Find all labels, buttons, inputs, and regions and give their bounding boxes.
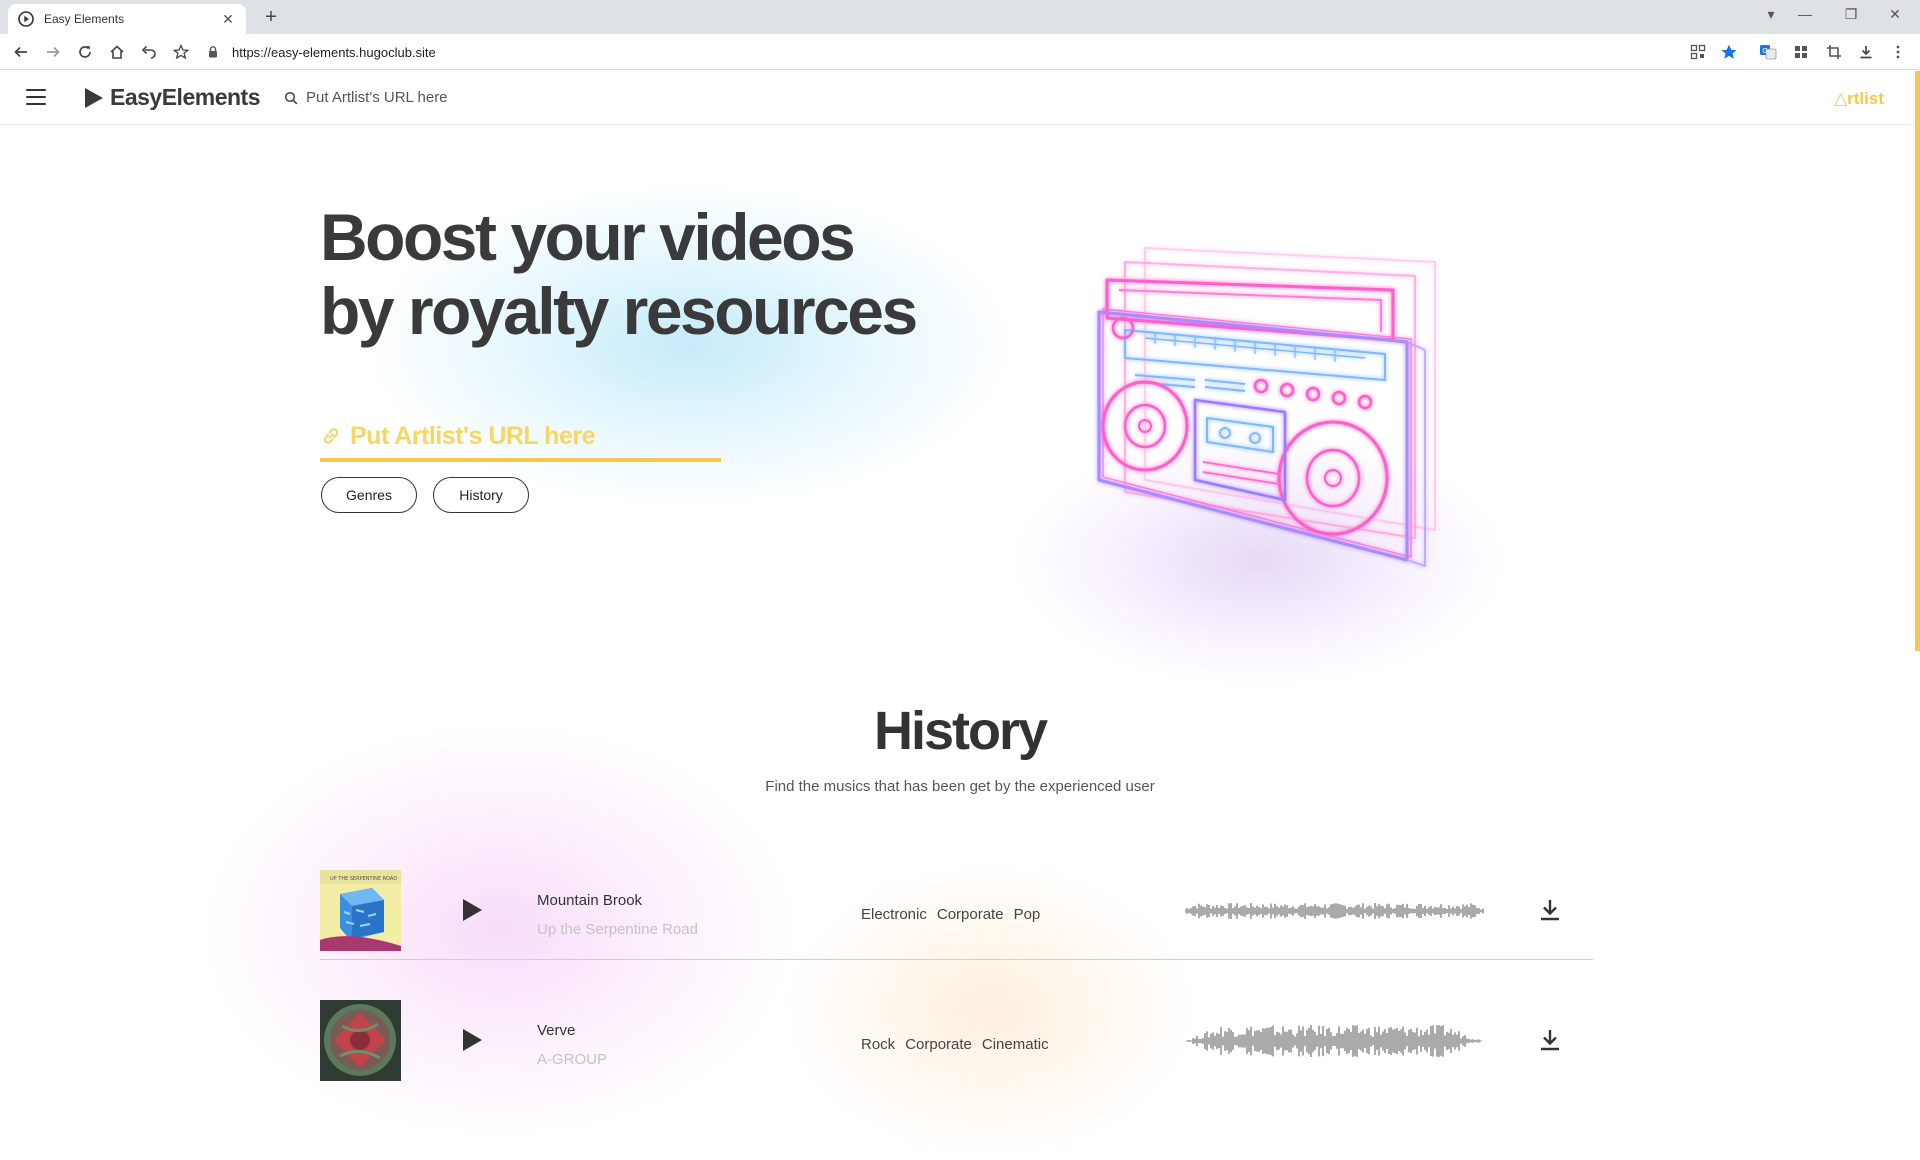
- browser-tabstrip: Easy Elements ✕ + ▾ — ❐ ✕: [0, 0, 1920, 34]
- header-search-input[interactable]: Put Artlist's URL here: [284, 89, 448, 106]
- undo-icon[interactable]: [138, 41, 160, 63]
- minimize-button[interactable]: —: [1790, 6, 1820, 22]
- waveform[interactable]: [1185, 1024, 1485, 1058]
- genre-tag[interactable]: Corporate: [937, 906, 1004, 923]
- address-bar[interactable]: https://easy-elements.hugoclub.site: [206, 38, 1686, 66]
- restore-button[interactable]: ❐: [1836, 6, 1866, 23]
- svg-text:UP THE SERPENTINE ROAD: UP THE SERPENTINE ROAD: [330, 876, 397, 882]
- history-button[interactable]: History: [433, 477, 529, 513]
- download-icon[interactable]: [1539, 898, 1561, 922]
- album-cover[interactable]: [320, 1000, 401, 1081]
- url-input-placeholder: Put Artlist's URL here: [350, 421, 596, 450]
- site-header: EasyElements Put Artlist's URL here △rtl…: [0, 71, 1920, 125]
- lock-icon: [206, 45, 220, 59]
- track-row: UP THE SERPENTINE ROAD Mountain Brook Up…: [320, 862, 1593, 960]
- header-search-placeholder: Put Artlist's URL here: [306, 89, 448, 106]
- download-icon[interactable]: [1539, 1028, 1561, 1052]
- browser-tab[interactable]: Easy Elements ✕: [8, 4, 246, 34]
- genre-tag[interactable]: Rock: [861, 1036, 895, 1053]
- svg-text:G: G: [1762, 47, 1767, 55]
- link-icon: [320, 425, 342, 447]
- track-title[interactable]: Mountain Brook: [537, 892, 642, 909]
- genre-tag[interactable]: Pop: [1014, 906, 1041, 923]
- track-tags: Electronic Corporate Pop: [861, 906, 1040, 923]
- track-artist[interactable]: Up the Serpentine Road: [537, 921, 698, 938]
- tab-search-icon[interactable]: ▾: [1756, 6, 1786, 23]
- new-tab-button[interactable]: +: [260, 6, 282, 29]
- site-logo[interactable]: EasyElements: [84, 84, 260, 111]
- hero-title-line-2: by royalty resources: [320, 274, 918, 348]
- genre-tag[interactable]: Electronic: [861, 906, 927, 923]
- crop-icon[interactable]: [1824, 42, 1844, 62]
- hamburger-menu-icon[interactable]: [26, 89, 46, 105]
- qr-code-icon[interactable]: [1688, 42, 1708, 62]
- play-icon[interactable]: [460, 897, 484, 923]
- url-text: https://easy-elements.hugoclub.site: [232, 44, 436, 60]
- extensions-grid-icon[interactable]: [1791, 42, 1811, 62]
- logo-text: EasyElements: [110, 84, 260, 110]
- forward-icon[interactable]: [42, 41, 64, 63]
- play-icon[interactable]: [460, 1027, 484, 1053]
- track-row: Verve A-GROUP Rock Corporate Cinematic: [320, 992, 1593, 1090]
- waveform[interactable]: [1185, 894, 1485, 928]
- genres-button[interactable]: Genres: [321, 477, 417, 513]
- genre-tag[interactable]: Corporate: [905, 1036, 972, 1053]
- history-subtitle: Find the musics that has been get by the…: [765, 778, 1155, 795]
- back-icon[interactable]: [10, 41, 32, 63]
- bookmarked-star-icon[interactable]: [1719, 42, 1739, 62]
- artlist-link[interactable]: △rtlist: [1834, 89, 1884, 109]
- genre-tag[interactable]: Cinematic: [982, 1036, 1049, 1053]
- track-artist[interactable]: A-GROUP: [537, 1051, 607, 1068]
- play-circle-icon: [18, 11, 34, 27]
- track-tags: Rock Corporate Cinematic: [861, 1036, 1049, 1053]
- browser-toolbar: https://easy-elements.hugoclub.site G: [0, 34, 1920, 70]
- search-icon: [284, 91, 298, 105]
- downloads-icon[interactable]: [1856, 42, 1876, 62]
- home-icon[interactable]: [106, 41, 128, 63]
- play-logo-icon: [84, 87, 104, 109]
- hero-title: Boost your videos by royalty resources: [320, 200, 918, 348]
- menu-kebab-icon[interactable]: [1888, 42, 1908, 62]
- close-tab-icon[interactable]: ✕: [220, 11, 236, 28]
- tab-title: Easy Elements: [44, 12, 125, 26]
- translate-icon[interactable]: G: [1758, 42, 1778, 62]
- close-window-button[interactable]: ✕: [1880, 6, 1910, 23]
- reload-icon[interactable]: [74, 41, 96, 63]
- neon-boombox-illustration: [1085, 230, 1465, 570]
- track-title[interactable]: Verve: [537, 1022, 575, 1039]
- album-cover[interactable]: UP THE SERPENTINE ROAD: [320, 870, 401, 951]
- scroll-indicator[interactable]: [1915, 71, 1920, 651]
- history-title: History: [873, 701, 1048, 761]
- hero-title-line-1: Boost your videos: [320, 200, 856, 274]
- bookmark-star-icon[interactable]: [170, 41, 192, 63]
- artlist-url-input[interactable]: Put Artlist's URL here: [320, 414, 721, 462]
